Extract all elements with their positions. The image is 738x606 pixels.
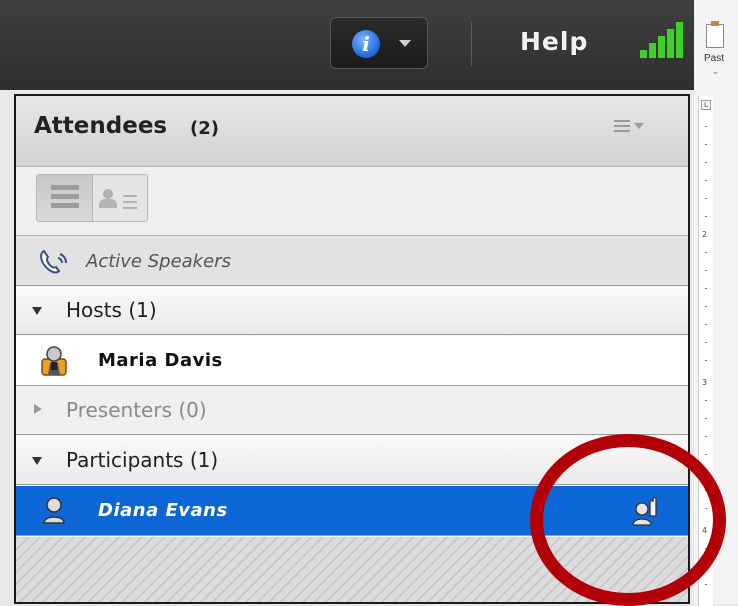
attendees-title: Attendees	[34, 113, 168, 139]
chevron-down-icon	[399, 40, 411, 47]
info-icon: i	[352, 30, 380, 58]
list-view-icon[interactable]	[37, 175, 93, 221]
help-menu[interactable]: Help	[520, 27, 588, 56]
attendees-count: (2)	[190, 118, 219, 139]
attendee-row-host[interactable]: Maria Davis	[16, 336, 688, 386]
group-label-presenters: Presenters (0)	[66, 398, 207, 422]
vertical-ruler[interactable]: L 2 3 4	[698, 96, 713, 606]
view-toggle	[36, 174, 148, 222]
group-header-presenters[interactable]: Presenters (0)	[16, 387, 688, 435]
ruler-number: 4	[702, 526, 708, 535]
attendees-pod: Attendees (2) Active Speakers Hosts (1)	[14, 94, 690, 604]
toolbar-divider	[471, 22, 472, 66]
ruler-number: 3	[702, 378, 708, 387]
signal-strength-icon	[640, 22, 684, 58]
empty-list-area	[16, 537, 688, 602]
paste-icon[interactable]	[706, 21, 724, 48]
collapse-triangle-icon[interactable]	[32, 307, 42, 315]
chevron-down-icon[interactable]: ⌄	[712, 67, 719, 76]
attendees-header: Attendees (2)	[16, 96, 688, 167]
meeting-toolbar: i Help	[0, 0, 694, 90]
group-header-hosts[interactable]: Hosts (1)	[16, 287, 688, 335]
paste-label[interactable]: Past	[704, 53, 724, 64]
ruler-tab-marker[interactable]: L	[701, 100, 711, 110]
card-view-icon[interactable]	[93, 175, 147, 221]
attendee-row-participant[interactable]: Diana Evans	[16, 486, 688, 536]
expand-triangle-icon[interactable]	[34, 404, 42, 414]
participant-icon	[43, 497, 65, 524]
raise-hand-icon	[632, 496, 657, 526]
active-speakers-row: Active Speakers	[16, 236, 688, 286]
group-label-participants: Participants (1)	[66, 448, 219, 472]
host-icon	[41, 346, 67, 376]
group-label-hosts: Hosts (1)	[66, 298, 157, 322]
info-menu-button[interactable]: i	[330, 17, 428, 69]
phone-speaker-icon	[40, 249, 67, 274]
view-toolbar	[16, 167, 688, 236]
pod-options-menu-icon[interactable]	[614, 118, 654, 138]
attendee-name: Diana Evans	[98, 500, 228, 521]
document-edge: Past ⌄ L 2 3 4	[694, 0, 738, 606]
active-speakers-label: Active Speakers	[86, 251, 231, 272]
group-header-participants[interactable]: Participants (1)	[16, 437, 688, 485]
ruler-number: 2	[702, 230, 708, 239]
attendee-name: Maria Davis	[98, 350, 223, 371]
collapse-triangle-icon[interactable]	[32, 457, 42, 465]
